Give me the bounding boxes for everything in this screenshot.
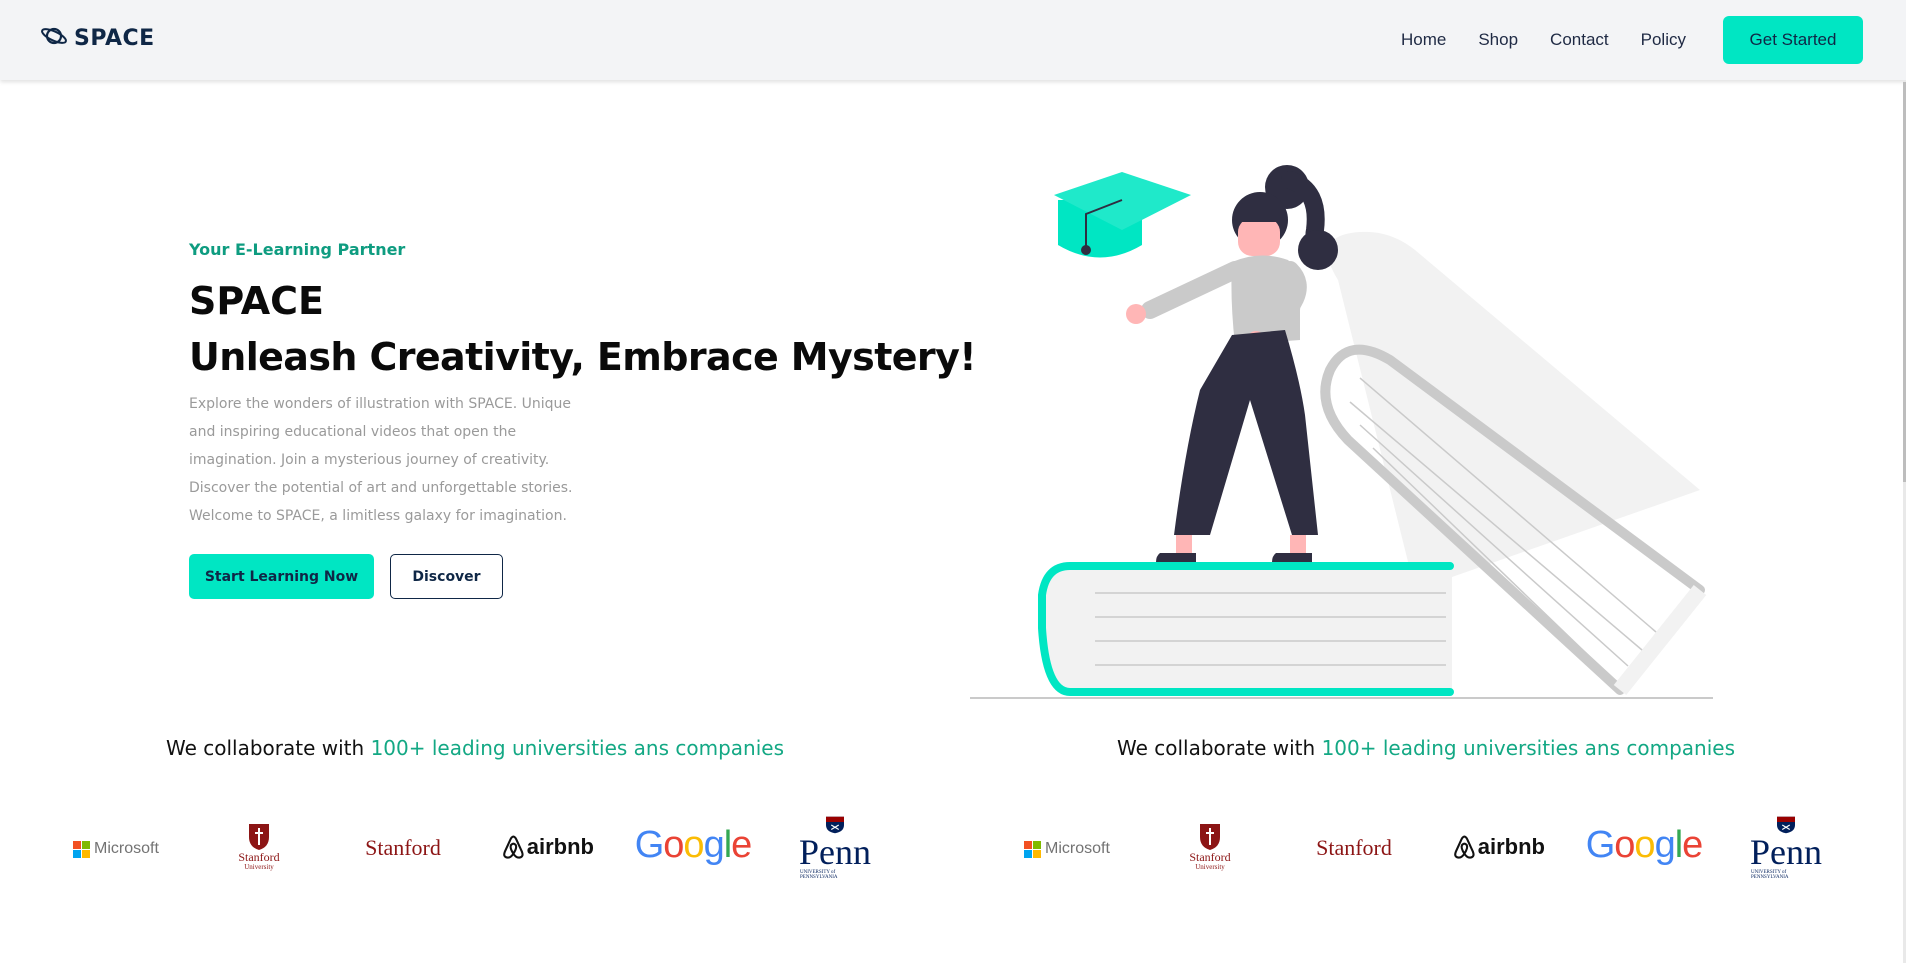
collab-section-right: We collaborate with 100+ leading univers… (951, 736, 1901, 886)
collab-heading-accent: 100+ leading universities ans companies (370, 736, 785, 760)
collab-heading: We collaborate with 100+ leading univers… (951, 736, 1901, 766)
google-label: Google (634, 823, 753, 866)
airbnb-icon (503, 835, 524, 859)
nav-link-home[interactable]: Home (1401, 30, 1446, 50)
collab-heading-accent: 100+ leading universities ans companies (1321, 736, 1736, 760)
penn-label: Penn (1750, 832, 1822, 872)
hero-illustration (960, 150, 1720, 710)
airbnb-label: airbnb (526, 834, 594, 859)
nav-link-policy[interactable]: Policy (1641, 30, 1686, 50)
get-started-button[interactable]: Get Started (1723, 16, 1863, 64)
start-learning-button[interactable]: Start Learning Now (189, 554, 374, 600)
hero-title-brand: SPACE (189, 279, 324, 323)
google-logo[interactable]: Google (1586, 822, 1704, 868)
stanford-university-line2: University (244, 863, 274, 871)
stanford-university-logo[interactable]: Stanford University (232, 816, 286, 878)
microsoft-logo[interactable]: Microsoft (70, 834, 162, 864)
penn-sub-label: UNIVERSITY of PENNSYLVANIA (800, 870, 838, 880)
stanford-logo[interactable]: Stanford (1309, 832, 1399, 864)
stanford-university-line1: Stanford (1189, 850, 1231, 864)
penn-label: Penn (799, 832, 871, 872)
student-on-books-illustration (970, 165, 1713, 699)
navbar: SPACE Home Shop Contact Policy Get Start… (0, 0, 1906, 80)
airbnb-logo[interactable]: airbnb (1453, 830, 1545, 864)
google-logo[interactable]: Google (635, 822, 753, 868)
penn-logo[interactable]: Penn UNIVERSITY of PENNSYLVANIA (799, 816, 871, 880)
collab-section-left: We collaborate with 100+ leading univers… (0, 736, 950, 886)
collab-heading: We collaborate with 100+ leading univers… (0, 736, 950, 766)
stanford-label: Stanford (365, 835, 441, 860)
hero-description: Explore the wonders of illustration with… (189, 396, 573, 525)
discover-button[interactable]: Discover (390, 554, 503, 600)
collab-heading-prefix: We collaborate with (1116, 736, 1322, 760)
stanford-university-line2: University (1195, 863, 1225, 871)
stanford-label: Stanford (1316, 835, 1392, 860)
nav-link-contact[interactable]: Contact (1550, 30, 1609, 50)
microsoft-label: Microsoft (94, 840, 159, 857)
partner-logos: Microsoft Stanford University Stanford a… (0, 816, 950, 886)
graduation-cap-icon (1054, 172, 1191, 258)
microsoft-logo[interactable]: Microsoft (1021, 834, 1113, 864)
partner-logos: Microsoft Stanford University Stanford a… (951, 816, 1901, 886)
flat-book (1038, 562, 1454, 696)
brand-name: SPACE (74, 25, 155, 51)
collab-heading-prefix: We collaborate with (165, 736, 371, 760)
stanford-logo[interactable]: Stanford (358, 832, 448, 864)
penn-sub-label: UNIVERSITY of PENNSYLVANIA (1751, 870, 1789, 880)
microsoft-label: Microsoft (1045, 840, 1110, 857)
main-nav: Home Shop Contact Policy (1401, 0, 1686, 80)
stanford-shield-icon (1200, 824, 1220, 850)
hero-title-tagline: Unleash Creativity, Embrace Mystery! (189, 334, 977, 379)
hero-eyebrow: Your E-Learning Partner (189, 240, 406, 259)
microsoft-squares-icon (1024, 840, 1042, 858)
stanford-shield-icon (249, 824, 269, 850)
microsoft-squares-icon (73, 840, 91, 858)
airbnb-label: airbnb (1477, 834, 1545, 859)
airbnb-icon (1454, 835, 1475, 859)
brand-logo[interactable]: SPACE (40, 24, 155, 52)
penn-logo[interactable]: Penn UNIVERSITY of PENNSYLVANIA (1750, 816, 1822, 880)
hero-actions: Start Learning Now Discover (189, 554, 989, 600)
stanford-university-logo[interactable]: Stanford University (1183, 816, 1237, 878)
student-figure (1126, 165, 1338, 562)
nav-link-shop[interactable]: Shop (1478, 30, 1518, 50)
google-label: Google (1585, 823, 1704, 866)
planet-icon (40, 24, 70, 52)
stanford-university-line1: Stanford (238, 850, 280, 864)
hero-section: Your E-Learning Partner SPACE Unleash Cr… (189, 240, 989, 600)
airbnb-logo[interactable]: airbnb (502, 830, 594, 864)
